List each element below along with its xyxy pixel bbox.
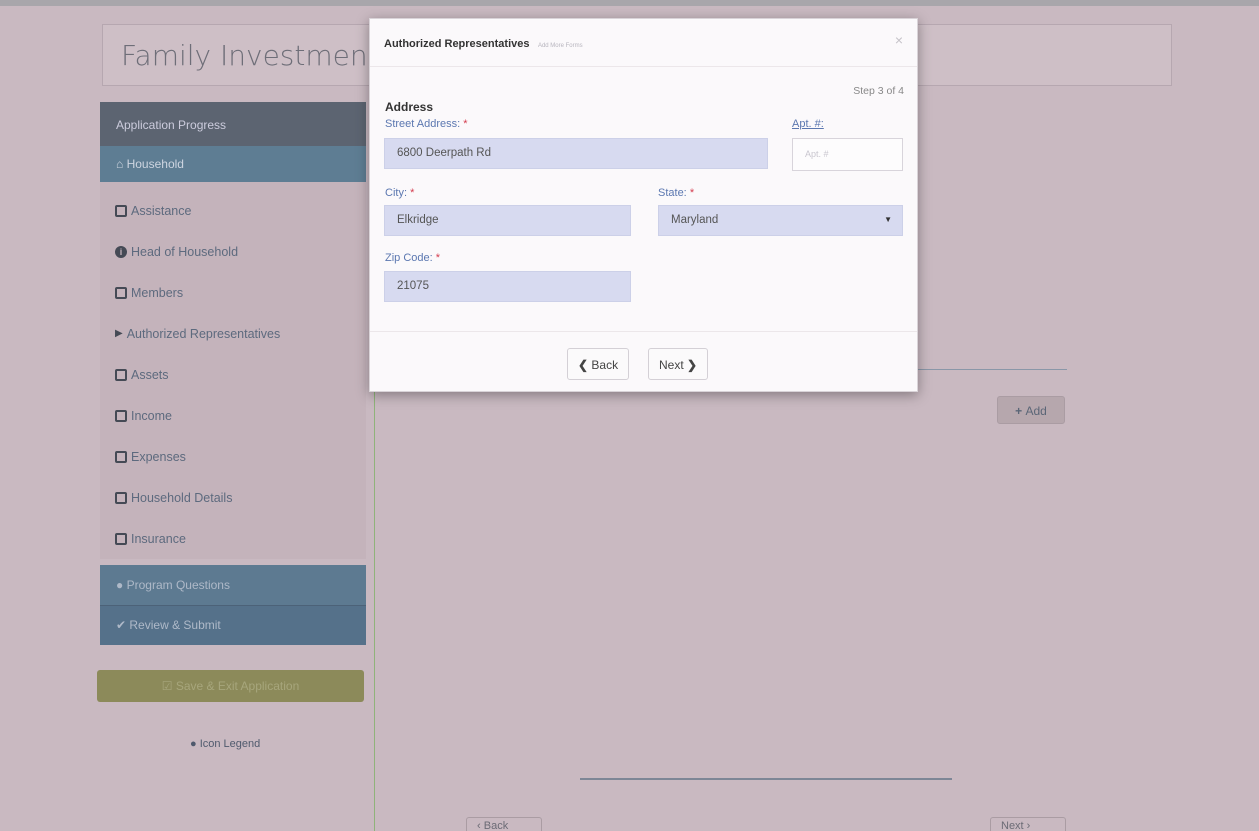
page-title: Family Investment [121,39,379,72]
next-label: Next [659,358,684,372]
city-input[interactable]: Elkridge [384,205,631,236]
sidebar-item-label: Review & Submit [129,618,221,632]
check-circle-icon: ✔ [116,618,130,632]
section-title: Address [385,100,434,114]
label-text: City: [385,187,407,199]
plus-icon: + [1015,404,1026,418]
required-mark: * [435,252,441,264]
sidebar-item-authorized-representatives[interactable]: ▶ Authorized Representatives [100,313,366,354]
empty-box-icon [115,409,127,422]
required-mark: * [463,118,468,130]
sidebar-item-household-details[interactable]: Household Details [100,477,366,518]
info-circle-icon: ● [116,578,127,592]
modal-header: Authorized Representatives Add More Form… [370,19,917,67]
label-text: Zip Code: [385,252,433,264]
state-value: Maryland [671,214,719,226]
close-icon[interactable]: × [895,32,903,48]
sidebar-item-review-submit[interactable]: ✔ Review & Submit [100,605,366,645]
sidebar-item-program-questions[interactable]: ● Program Questions [100,565,366,605]
add-button[interactable]: + Add [997,396,1065,424]
sidebar-item-household[interactable]: ⌂ Household [100,146,366,182]
label-text: State: [658,187,687,199]
caret-down-icon: ▼ [884,215,892,224]
sidebar-list: Assistance i Head of Household Members ▶… [100,182,366,559]
chevron-left-icon: ❮ [578,358,589,372]
sidebar-item-assets[interactable]: Assets [100,354,366,395]
state-select[interactable]: Maryland ▼ [658,205,903,236]
sidebar-item-label: Head of Household [131,244,239,259]
sidebar-header: Application Progress [100,102,366,146]
icon-legend-label: Icon Legend [199,738,261,750]
sidebar-item-members[interactable]: Members [100,272,366,313]
sidebar-item-label: Assistance [131,203,192,218]
back-label: Back [483,820,509,831]
play-icon: ▶ [115,328,123,339]
empty-box-icon [115,532,127,545]
street-address-label: Street Address: * [385,118,468,130]
sidebar-item-label: Program Questions [126,578,230,592]
back-label: Back [591,358,619,372]
empty-box-icon [115,491,127,504]
zip-label: Zip Code: * [385,252,440,264]
modal-footer: ❮ Back Next ❯ [370,331,917,393]
checked-box-icon [115,286,127,299]
sidebar-item-head-of-household[interactable]: i Head of Household [100,231,366,272]
label-text: Street Address: [385,118,461,130]
zip-input[interactable]: 21075 [384,271,631,302]
sidebar-item-assistance[interactable]: Assistance [100,190,366,231]
sidebar-item-label: Authorized Representatives [126,326,281,341]
sidebar-item-income[interactable]: Income [100,395,366,436]
modal-next-button[interactable]: Next ❯ [648,348,709,380]
sidebar-item-expenses[interactable]: Expenses [100,436,366,477]
authorized-representatives-modal: Authorized Representatives Add More Form… [369,18,918,392]
step-indicator: Step 3 of 4 [853,85,904,97]
info-circle-icon: i [115,245,127,258]
checked-box-icon: ☑ [161,679,176,693]
sidebar-item-label: Expenses [131,449,186,464]
sidebar-item-insurance[interactable]: Insurance [100,518,366,559]
next-label: Next [1001,820,1024,831]
back-button[interactable]: ‹ Back [466,817,542,831]
save-exit-label: Save & Exit Application [175,679,300,693]
divider [374,390,375,831]
empty-box-icon [115,368,127,381]
state-label: State: * [658,187,694,199]
sidebar: Application Progress ⌂ Household Assista… [100,102,366,645]
checked-box-icon [115,204,127,217]
street-address-input[interactable]: 6800 Deerpath Rd [384,138,768,169]
sidebar-item-label: Household [126,157,184,171]
empty-box-icon [115,450,127,463]
required-mark: * [410,187,415,199]
chevron-right-icon: › [1023,820,1031,831]
add-button-label: Add [1025,404,1047,418]
city-label: City: * [385,187,414,199]
sidebar-item-label: Household Details [131,490,233,505]
chevron-left-icon: ‹ [477,820,484,831]
icon-legend-link[interactable]: ● Icon Legend [190,738,260,750]
next-button[interactable]: Next › [990,817,1066,831]
home-icon: ⌂ [116,157,127,171]
divider [900,369,1067,370]
sidebar-item-label: Income [131,408,172,423]
chevron-right-icon: ❯ [687,358,698,372]
required-mark: * [689,187,695,199]
info-circle-icon: ● [190,738,200,750]
browser-top-strip [0,0,1259,6]
apt-label: Apt. #: [792,118,824,130]
modal-title: Authorized Representatives [384,38,530,50]
modal-subtitle: Add More Forms [537,43,583,49]
divider [580,778,952,780]
save-exit-button[interactable]: ☑ Save & Exit Application [97,670,364,702]
sidebar-item-label: Insurance [131,531,186,546]
apt-input[interactable]: Apt. # [792,138,903,171]
sidebar-item-label: Assets [131,367,169,382]
modal-back-button[interactable]: ❮ Back [567,348,630,380]
sidebar-item-label: Members [131,285,184,300]
